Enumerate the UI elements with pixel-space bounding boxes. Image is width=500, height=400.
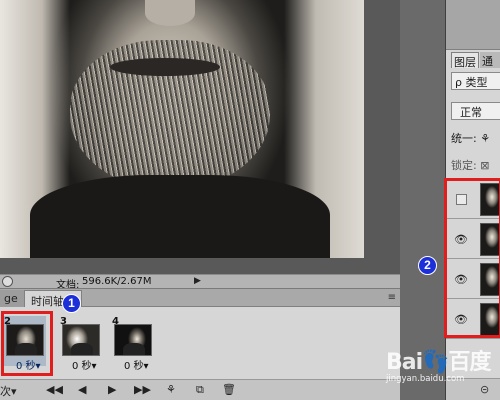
unify-label: 统一: ⚘ (451, 132, 491, 145)
tab-layers[interactable]: 图层 (451, 52, 479, 69)
portrait-image (0, 0, 364, 258)
timeline-tab-bar: ge 时间轴 ≡ (0, 289, 400, 307)
status-icon[interactable] (2, 276, 13, 287)
timeline-controls: 次▾ ◀◀ ◀ ▶ ▶▶ ⚘ ⧉ 🗑 (0, 379, 400, 400)
blend-mode-dropdown[interactable]: 正常 (451, 102, 500, 120)
lock-label: 锁定: ⊠ (451, 159, 490, 172)
link-layers-icon[interactable]: ⊝ (480, 383, 489, 396)
doc-size-value: 596.6K/2.67M (82, 276, 152, 287)
layers-footer: ⊝ (446, 378, 500, 400)
frame-delay-dropdown[interactable]: 0 秒▾ (124, 357, 149, 372)
tab-channels[interactable]: 通 (480, 52, 500, 68)
image-mouth (110, 58, 220, 76)
tab-previous[interactable]: ge (0, 290, 24, 307)
layer-kind-filter[interactable]: ρ 类型 (451, 72, 500, 90)
timeline-panel: ge 时间轴 ≡ 2 0 秒▾ 3 0 秒▾ 4 0 秒▾ 次▾ ◀◀ ◀ ▶ … (0, 288, 400, 400)
status-bar: 文档: 596.6K/2.67M ▶ (0, 274, 400, 291)
panel-menu-icon[interactable]: ≡ (388, 292, 396, 303)
status-menu-arrow-icon[interactable]: ▶ (194, 276, 201, 286)
annotation-badge-1: 1 (62, 294, 81, 313)
annotation-highlight-1 (1, 311, 53, 376)
document-canvas[interactable] (0, 0, 400, 274)
annotation-highlight-2 (444, 178, 500, 338)
next-frame-button[interactable]: ▶▶ (134, 383, 151, 396)
first-frame-button[interactable]: ◀◀ (46, 383, 63, 396)
animation-frame-3[interactable]: 3 0 秒▾ (58, 316, 102, 372)
image-collar (30, 175, 330, 258)
panel-gutter (400, 0, 445, 400)
layers-panel-header (446, 0, 500, 50)
duplicate-frame-icon[interactable]: ⧉ (196, 383, 204, 397)
image-nose (145, 0, 195, 26)
play-button[interactable]: ▶ (108, 383, 116, 396)
animation-frame-4[interactable]: 4 0 秒▾ (110, 316, 154, 372)
annotation-badge-2: 2 (418, 256, 437, 275)
delete-frame-icon[interactable]: 🗑 (222, 383, 236, 396)
frame-delay-dropdown[interactable]: 0 秒▾ (72, 357, 97, 372)
frame-thumbnail (114, 324, 152, 356)
frame-thumbnail (62, 324, 100, 356)
loop-dropdown[interactable]: 次▾ (0, 383, 17, 399)
prev-frame-button[interactable]: ◀ (78, 383, 86, 396)
tween-icon[interactable]: ⚘ (166, 383, 176, 396)
